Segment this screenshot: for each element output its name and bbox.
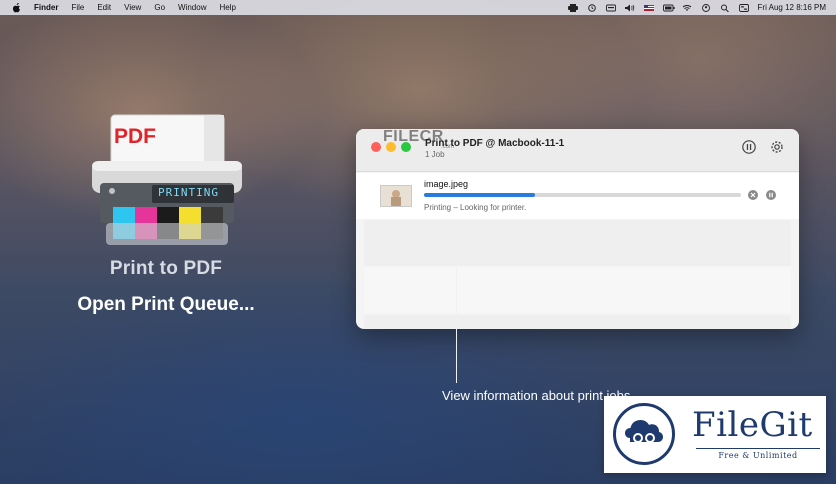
job-row[interactable]: image.jpeg Printing – Looking for printe…	[356, 173, 799, 219]
open-print-queue-button[interactable]: Open Print Queue...	[66, 294, 266, 316]
printing-label: PRINTING	[158, 186, 219, 199]
pause-queue-icon[interactable]	[741, 139, 757, 155]
volume-icon[interactable]	[624, 4, 635, 12]
print-to-pdf-app-icon[interactable]: PDF PRINTING	[92, 113, 242, 248]
job-count: 1 Job	[425, 150, 445, 159]
menu-help[interactable]: Help	[219, 3, 235, 12]
empty-job-row	[364, 315, 791, 329]
time-machine-icon[interactable]	[587, 3, 597, 12]
filegit-logo-name: FileGit	[692, 405, 813, 445]
cloud-logo-icon	[613, 403, 675, 465]
apple-icon[interactable]	[12, 2, 22, 13]
menu-clock[interactable]: Fri Aug 12 8:16 PM	[758, 3, 826, 12]
keyboard-icon[interactable]	[605, 4, 616, 12]
printer-icon[interactable]	[567, 3, 578, 12]
job-status: Printing – Looking for printer.	[424, 203, 527, 212]
menu-window[interactable]: Window	[178, 3, 206, 12]
job-thumbnail	[380, 185, 412, 207]
app-title: Print to PDF	[109, 258, 223, 279]
empty-job-row	[364, 267, 791, 313]
menu-bar: Finder File Edit View Go Window Help Fri…	[0, 0, 836, 15]
menu-go[interactable]: Go	[154, 3, 165, 12]
search-icon[interactable]	[720, 4, 730, 12]
wifi-icon[interactable]	[682, 4, 692, 12]
cancel-job-icon[interactable]	[748, 190, 758, 200]
job-progress-bar	[424, 193, 741, 197]
gear-icon[interactable]	[769, 139, 785, 155]
filegit-logo: FileGit Free & Unlimited	[604, 396, 826, 473]
menu-finder[interactable]: Finder	[34, 3, 58, 12]
menu-file[interactable]: File	[71, 3, 84, 12]
empty-job-row	[364, 220, 791, 266]
filecr-watermark-sub: .com	[441, 144, 455, 150]
menu-view[interactable]: View	[124, 3, 141, 12]
user-icon[interactable]	[701, 3, 711, 12]
callout-line	[456, 259, 457, 383]
filecr-watermark: FILECR	[383, 128, 444, 145]
menu-edit[interactable]: Edit	[97, 3, 111, 12]
control-center-icon[interactable]	[738, 3, 749, 12]
flag-icon[interactable]	[643, 4, 654, 12]
battery-icon[interactable]	[662, 4, 675, 12]
close-button[interactable]	[371, 142, 381, 152]
menu-extras: Fri Aug 12 8:16 PM	[567, 0, 826, 15]
pause-job-icon[interactable]	[766, 190, 776, 200]
pdf-label: PDF	[114, 125, 156, 148]
callout-text: View information about print jobs	[442, 388, 631, 403]
logo-divider	[696, 448, 820, 449]
job-progress-fill	[424, 193, 535, 197]
job-name: image.jpeg	[424, 179, 469, 189]
print-queue-window: Print to PDF @ Macbook-11-1 1 Job image.…	[356, 129, 799, 329]
filegit-logo-tagline: Free & Unlimited	[718, 451, 798, 460]
